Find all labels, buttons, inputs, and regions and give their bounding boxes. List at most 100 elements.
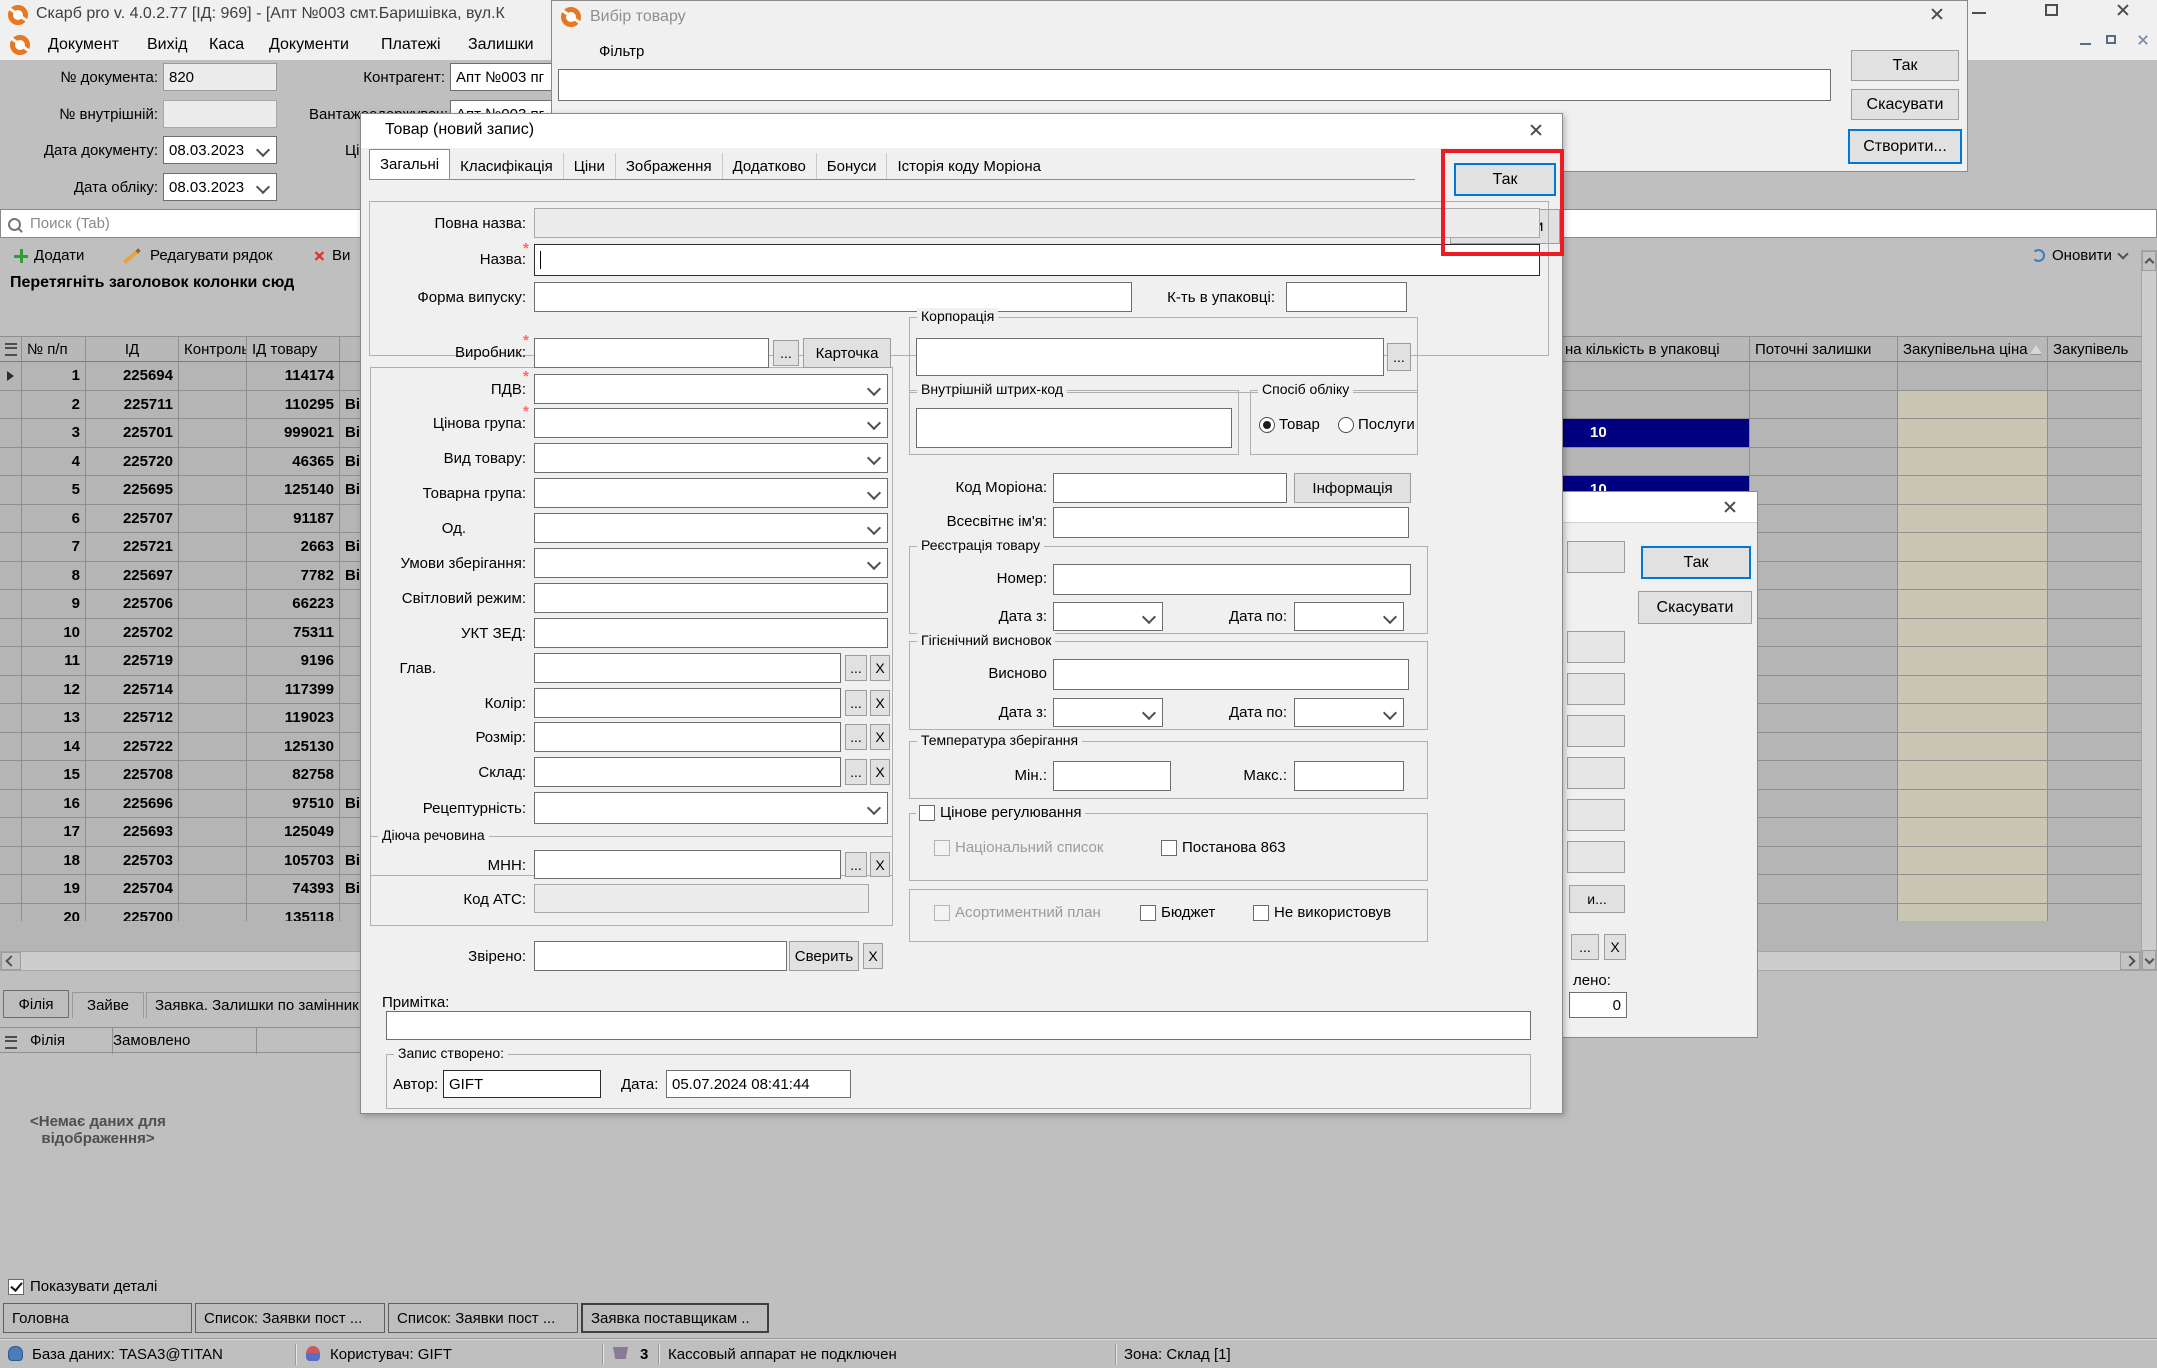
mnn-field[interactable] [534,850,841,879]
doc-date-combo[interactable]: 08.03.2023 [163,136,277,164]
corporation-lookup-button[interactable]: ... [1387,343,1411,371]
clipped-value-field[interactable]: 0 [1569,992,1627,1018]
radio-service[interactable]: Послуги [1338,416,1415,433]
kind-combo[interactable] [534,443,888,473]
background-cancel-button[interactable]: Скасувати [1638,591,1752,624]
add-button[interactable]: Додати [14,247,84,264]
ukt-field[interactable] [534,618,888,648]
tab-filia[interactable]: Філія [3,990,69,1018]
conclusion-field[interactable] [1053,659,1409,690]
glav-clear-button[interactable]: X [870,655,890,681]
assortment-plan-checkbox-row[interactable]: Асортиментний план [934,904,1101,921]
col-header-id[interactable]: ІД [86,337,179,362]
decree-863-checkbox-row[interactable]: Постанова 863 [1161,839,1286,856]
table-row[interactable]: 19 225704 74393 Ві [0,875,420,904]
clipped-field[interactable] [1567,673,1625,705]
menu-item-stock[interactable]: Залишки [468,36,534,54]
clipped-field[interactable] [1567,631,1625,663]
name-field[interactable] [534,244,1540,276]
table-row-right[interactable] [1560,391,2141,420]
menu-item-payments[interactable]: Платежі [381,36,441,54]
delete-button[interactable]: Ви [312,247,350,264]
tab-zahalni[interactable]: Загальні [369,149,450,179]
glav-lookup-button[interactable]: ... [845,655,867,681]
mnn-clear-button[interactable]: X [870,852,890,877]
internal-no-field[interactable] [163,100,277,128]
clipped-field[interactable] [1567,541,1625,573]
vertical-scrollbar[interactable] [2141,250,2157,971]
table-row[interactable]: 7 225721 2663 Ві [0,533,420,562]
table-row[interactable]: 10 225702 75311 [0,619,420,648]
table-row[interactable]: 1 225694 114174 [0,362,420,391]
filter-input[interactable] [558,69,1831,101]
tab-klasyfikatsiya[interactable]: Класифікація [450,153,564,179]
temp-max-field[interactable] [1294,761,1404,791]
close-icon[interactable] [1529,123,1543,137]
manufacturer-field[interactable] [534,338,769,368]
size-lookup-button[interactable]: ... [845,724,867,750]
warehouse-clear-button[interactable]: X [870,759,890,785]
table-row[interactable]: 3 225701 999021 Ві [0,419,420,448]
select-ok-button[interactable]: Так [1851,50,1959,81]
menu-item-cash[interactable]: Каса [209,36,244,54]
verify-button[interactable]: Сверить [789,941,859,971]
ellipsis-button[interactable]: ... [1571,934,1599,960]
edit-row-button[interactable]: Редагувати рядок [122,247,273,264]
verified-field[interactable] [534,941,787,971]
maximize-button[interactable] [2045,4,2058,16]
grid-menu-icon[interactable] [5,1036,17,1053]
scroll-right-button[interactable] [2120,952,2140,970]
not-used-checkbox-row[interactable]: Не використовув [1253,904,1418,921]
warehouse-field[interactable] [534,757,841,787]
storage-combo[interactable] [534,548,888,578]
table-row[interactable]: 12 225714 117399 [0,676,420,705]
doc-no-field[interactable]: 820 [163,63,277,91]
assortment-plan-checkbox[interactable] [934,905,950,921]
tab-zaive[interactable]: Зайве [72,992,144,1018]
select-cancel-button[interactable]: Скасувати [1851,89,1959,120]
col-header-control[interactable]: Контроль [179,337,247,362]
col-header-pack-qty[interactable]: на кількість в упаковці [1560,337,1750,362]
clear-x-button[interactable]: X [1604,934,1626,960]
mdi-close-button[interactable] [2137,34,2149,46]
table-row[interactable]: 18 225703 105703 Ві [0,847,420,876]
clipped-field[interactable] [1567,757,1625,789]
close-icon[interactable] [1723,500,1737,514]
table-row[interactable]: 15 225708 82758 [0,761,420,790]
table-row[interactable]: 6 225707 91187 [0,505,420,534]
table-row[interactable]: 13 225712 119023 [0,704,420,733]
acc-date-combo[interactable]: 08.03.2023 [163,173,277,201]
author-field[interactable]: GIFT [443,1070,601,1098]
background-ok-button[interactable]: Так [1641,546,1751,579]
tab-zayavka-zalyshky[interactable]: Заявка. Залишки по замінник [146,992,362,1018]
morion-field[interactable] [1053,473,1287,503]
budget-checkbox[interactable] [1140,905,1156,921]
reg-number-field[interactable] [1053,564,1411,595]
color-clear-button[interactable]: X [870,690,890,716]
tab-tsiny[interactable]: Ціни [564,153,616,179]
col-header-tid[interactable]: ІД товару [247,337,340,362]
group-combo[interactable] [534,478,888,508]
window-tab-zayavka-postachalnykam[interactable]: Заявка поставщикам .. [581,1303,769,1333]
table-row-right[interactable] [1560,448,2141,477]
mnn-lookup-button[interactable]: ... [845,852,867,877]
temp-min-field[interactable] [1053,761,1171,791]
table-row[interactable]: 17 225693 125049 [0,818,420,847]
table-row[interactable]: 9 225706 66223 [0,590,420,619]
full-name-field[interactable] [534,208,1540,238]
price-regulation-checkbox-row[interactable]: Цінове регулювання [916,804,1085,821]
scroll-up-button[interactable] [2142,251,2156,271]
budget-checkbox-row[interactable]: Бюджет [1140,904,1215,921]
bottom-col-zamovleno[interactable]: Замовлено [113,1032,190,1049]
note-field[interactable] [386,1011,1531,1040]
mdi-minimize-button[interactable] [2080,43,2091,45]
mdi-restore-button[interactable] [2106,35,2116,44]
tab-istoriya-morion[interactable]: Історія коду Моріона [887,153,1051,179]
atc-field[interactable] [534,884,869,913]
show-details-row[interactable]: Показувати деталі [8,1278,157,1295]
national-list-checkbox[interactable] [934,840,950,856]
reg-date-to-combo[interactable] [1294,602,1404,631]
release-form-field[interactable] [534,282,1132,312]
world-name-field[interactable] [1053,507,1409,538]
menu-item-document[interactable]: Документ [48,36,119,54]
